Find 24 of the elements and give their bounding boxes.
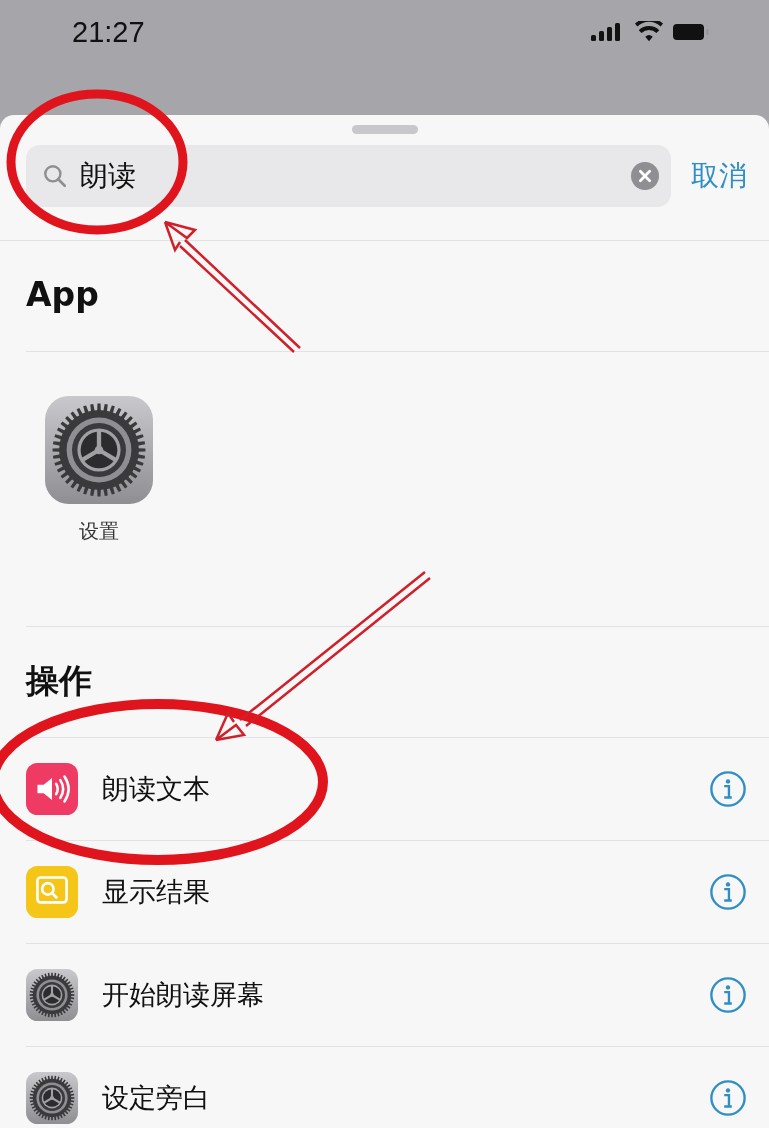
clear-icon[interactable] xyxy=(631,162,659,190)
section-title: 操作 xyxy=(26,627,769,738)
action-row[interactable]: 朗读文本 xyxy=(26,738,769,841)
info-icon[interactable] xyxy=(709,1079,747,1117)
result-icon xyxy=(26,866,78,918)
status-time: 21:27 xyxy=(72,15,145,50)
info-icon[interactable] xyxy=(709,770,747,808)
gear-icon xyxy=(26,1072,78,1124)
speaker-icon xyxy=(26,763,78,815)
grabber-handle[interactable] xyxy=(351,125,418,134)
action-row[interactable]: 设定旁白 xyxy=(26,1047,769,1128)
search-bar[interactable]: 朗读 xyxy=(26,145,671,207)
section-title: App xyxy=(26,241,769,352)
info-icon[interactable] xyxy=(709,976,747,1014)
gear-icon xyxy=(26,969,78,1021)
action-row[interactable]: 显示结果 xyxy=(26,841,769,944)
search-icon xyxy=(42,163,68,189)
battery-icon xyxy=(673,23,709,41)
gear-icon xyxy=(45,396,153,504)
action-row[interactable]: 开始朗读屏幕 xyxy=(26,944,769,1047)
app-tile[interactable]: 设置 xyxy=(44,396,154,566)
search-field[interactable]: 朗读 xyxy=(78,158,621,194)
info-icon[interactable] xyxy=(709,873,747,911)
wifi-icon xyxy=(635,21,663,43)
